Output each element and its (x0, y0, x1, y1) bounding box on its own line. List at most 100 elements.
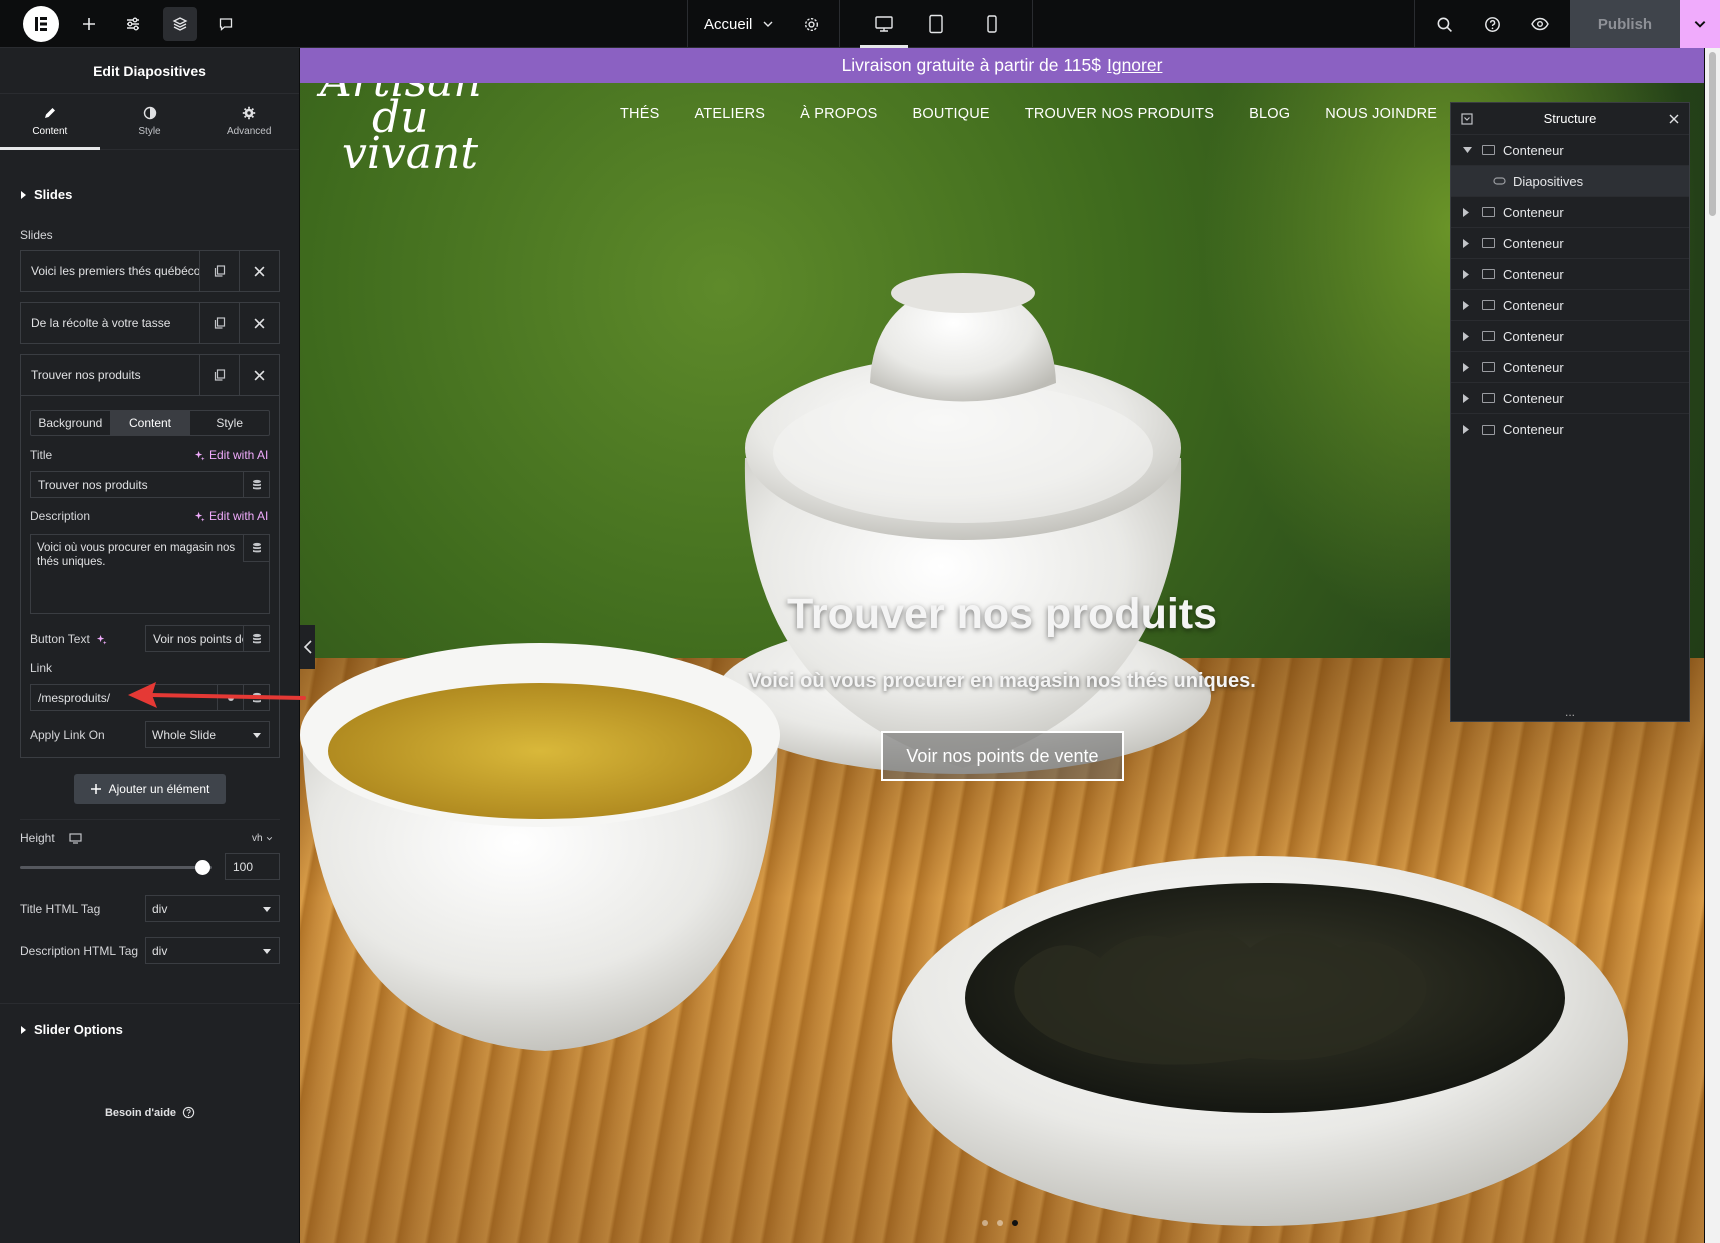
slide-dot-active[interactable] (1012, 1220, 1018, 1226)
structure-item[interactable]: Conteneur (1451, 197, 1689, 228)
nav-item-blog[interactable]: BLOG (1249, 106, 1290, 122)
tablet-view-button[interactable] (914, 0, 958, 48)
caret-down-icon[interactable] (1463, 147, 1472, 153)
site-logo[interactable]: Artisan du vivant (320, 60, 482, 176)
nav-item-a-propos[interactable]: À PROPOS (800, 106, 877, 122)
structure-item-selected[interactable]: Diapositives (1451, 166, 1689, 197)
caret-right-icon[interactable] (1463, 362, 1469, 372)
subtab-content[interactable]: Content (110, 411, 191, 435)
help-button[interactable] (1475, 0, 1509, 48)
nav-item-thes[interactable]: THÉS (620, 106, 659, 122)
description-textarea[interactable]: Voici où vous procurer en magasin nos th… (30, 534, 270, 614)
title-tag-select[interactable]: div (145, 895, 280, 922)
desc-tag-label: Description HTML Tag (20, 944, 139, 958)
desc-tag-select[interactable]: div (145, 937, 280, 964)
structure-item-label: Conteneur (1503, 422, 1564, 437)
preview-button[interactable] (1523, 0, 1557, 48)
collapse-panel-icon[interactable] (1461, 113, 1473, 125)
structure-title: Structure (1543, 111, 1597, 126)
desktop-view-button[interactable] (862, 0, 906, 48)
container-icon (1482, 331, 1495, 341)
nav-item-trouver[interactable]: TROUVER NOS PRODUITS (1025, 106, 1214, 122)
hero-cta-button[interactable]: Voir nos points de vente (881, 731, 1124, 781)
button-text-input[interactable]: Voir nos points de vente (145, 625, 270, 652)
caret-right-icon[interactable] (1463, 207, 1469, 217)
structure-item[interactable]: Conteneur (1451, 414, 1689, 445)
caret-right-icon (21, 190, 26, 199)
nav-item-ateliers[interactable]: ATELIERS (694, 106, 765, 122)
add-element-button[interactable] (72, 0, 106, 48)
height-slider-track[interactable] (20, 866, 212, 869)
publish-button[interactable]: Publish (1570, 0, 1680, 48)
subtab-style[interactable]: Style (190, 411, 269, 435)
mobile-view-button[interactable] (970, 0, 1014, 48)
duplicate-slide-button[interactable] (199, 251, 239, 291)
remove-slide-button[interactable] (239, 355, 279, 395)
slide-item-open[interactable]: Trouver nos produits (20, 354, 280, 396)
structure-item[interactable]: Conteneur (1451, 228, 1689, 259)
finder-button[interactable] (1427, 0, 1461, 48)
canvas-scrollbar[interactable] (1705, 48, 1720, 1243)
close-icon[interactable] (1669, 114, 1679, 124)
section-slides-toggle[interactable]: Slides (20, 187, 72, 202)
desktop-icon[interactable] (69, 832, 82, 844)
slide-item[interactable]: De la récolte à votre tasse (20, 302, 280, 344)
height-unit-select[interactable]: vh (252, 833, 273, 844)
structure-item[interactable]: Conteneur (1451, 352, 1689, 383)
nav-item-boutique[interactable]: BOUTIQUE (912, 106, 989, 122)
subtab-background[interactable]: Background (31, 411, 111, 435)
structure-item[interactable]: Conteneur (1451, 259, 1689, 290)
slide-dot[interactable] (982, 1220, 988, 1226)
caret-right-icon[interactable] (1463, 269, 1469, 279)
structure-resize-handle[interactable]: ... (1451, 705, 1689, 719)
section-slider-options-toggle[interactable]: Slider Options (20, 1022, 123, 1037)
remove-slide-button[interactable] (239, 303, 279, 343)
slide-item[interactable]: Voici les premiers thés québécois (20, 250, 280, 292)
duplicate-slide-button[interactable] (199, 355, 239, 395)
structure-item[interactable]: Conteneur (1451, 383, 1689, 414)
tab-style[interactable]: Style (100, 94, 200, 149)
section-slides-title: Slides (34, 187, 73, 202)
description-edit-with-ai-button[interactable]: Edit with AI (194, 509, 268, 523)
tab-content[interactable]: Content (0, 94, 100, 150)
nav-item-nous-joindre[interactable]: NOUS JOINDRE (1325, 106, 1437, 122)
tab-advanced[interactable]: Advanced (199, 94, 299, 149)
slide-subtabs: Background Content Style (30, 410, 270, 436)
duplicate-slide-button[interactable] (199, 303, 239, 343)
page-selector[interactable]: Accueil (704, 0, 774, 48)
slide-dot[interactable] (997, 1220, 1003, 1226)
apply-link-select[interactable]: Whole Slide (145, 721, 270, 748)
structure-item[interactable]: Conteneur (1451, 290, 1689, 321)
caret-right-icon[interactable] (1463, 393, 1469, 403)
promo-dismiss-link[interactable]: Ignorer (1107, 55, 1162, 76)
canvas-scrollbar-thumb[interactable] (1709, 52, 1716, 216)
tablet-icon (929, 14, 943, 34)
comments-button[interactable] (209, 0, 243, 48)
structure-item-label: Conteneur (1503, 328, 1564, 344)
publish-options-button[interactable] (1680, 0, 1720, 48)
caret-right-icon[interactable] (1463, 238, 1469, 248)
title-edit-with-ai-button[interactable]: Edit with AI (194, 448, 268, 462)
structure-toggle-button[interactable] (163, 7, 197, 41)
panel-collapse-button[interactable] (300, 625, 315, 669)
container-icon (1482, 207, 1495, 217)
structure-item[interactable]: Conteneur (1451, 135, 1689, 166)
site-settings-button[interactable] (116, 0, 150, 48)
container-icon (1482, 393, 1495, 403)
dynamic-tags-button[interactable] (243, 626, 269, 651)
add-slide-button[interactable]: Ajouter un élément (74, 774, 226, 804)
height-number-input[interactable]: 100 (225, 853, 280, 880)
page-settings-button[interactable] (794, 0, 828, 48)
dynamic-tags-button[interactable] (243, 472, 269, 497)
caret-right-icon[interactable] (1463, 300, 1469, 310)
title-input[interactable]: Trouver nos produits (30, 471, 270, 498)
panel-tabs: Content Style Advanced (0, 94, 299, 150)
structure-item[interactable]: Conteneur (1451, 321, 1689, 352)
dynamic-tags-button[interactable] (243, 535, 269, 562)
help-link[interactable]: Besoin d'aide (0, 1106, 300, 1119)
remove-slide-button[interactable] (239, 251, 279, 291)
slide-item-title: Voici les premiers thés québécois (31, 264, 199, 278)
caret-right-icon[interactable] (1463, 425, 1469, 434)
elementor-logo-button[interactable] (20, 0, 62, 48)
caret-right-icon[interactable] (1463, 331, 1469, 341)
